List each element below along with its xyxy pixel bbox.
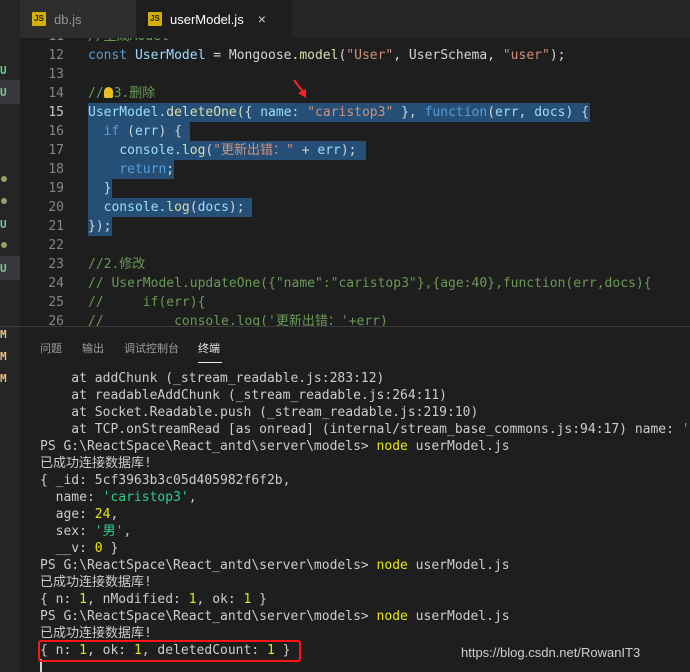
code-text: }); — [88, 219, 112, 234]
javascript-file-icon: JS — [32, 12, 46, 26]
line-number: 15 — [48, 105, 64, 120]
git-untracked-marker: U — [0, 86, 7, 99]
git-untracked-marker: U — [0, 64, 7, 77]
line-number: 11 — [20, 38, 64, 46]
line-number: 26 — [48, 314, 64, 326]
code-line-active: 15 UserModel.deleteOne({ name: "caristop… — [20, 103, 690, 122]
panel-tabs: 问题 输出 调试控制台 终端 — [20, 327, 690, 367]
close-icon[interactable]: × — [258, 11, 266, 27]
code-line: 18 return; — [20, 160, 690, 179]
code-text: // UserModel.updateOne({"name":"caristop… — [88, 276, 652, 291]
code-text: //2.修改 — [88, 257, 146, 272]
code-text: return; — [88, 162, 175, 177]
code-text: console.log(docs); — [88, 200, 245, 215]
terminal-line: at addChunk (_stream_readable.js:283:12) — [40, 371, 385, 386]
git-untracked-marker: U — [0, 262, 7, 275]
code-editor[interactable]: 11 //生成Model 12 const UserModel = Mongoo… — [20, 38, 690, 326]
terminal-line: __v: 0 } — [40, 541, 119, 556]
line-number: 13 — [48, 67, 64, 82]
line-number: 17 — [48, 143, 64, 158]
code-line: 25 // if(err){ — [20, 293, 690, 312]
terminal-line: sex: '男', — [40, 524, 132, 539]
code-line: 20 console.log(docs); — [20, 198, 690, 217]
code-line: 24 // UserModel.updateOne({"name":"caris… — [20, 274, 690, 293]
tab-usermodel-js[interactable]: JS userModel.js × — [136, 0, 292, 38]
code-line: 12 const UserModel = Mongoose.model("Use… — [20, 46, 690, 65]
highlight-box-annotation — [38, 640, 301, 662]
code-line: 23 //2.修改 — [20, 255, 690, 274]
line-number: 23 — [48, 257, 64, 272]
line-number: 19 — [48, 181, 64, 196]
editor-tab-bar: JS db.js JS userModel.js × — [20, 0, 690, 38]
terminal-line: name: 'caristop3', — [40, 490, 197, 505]
line-number: 14 — [48, 86, 64, 101]
tab-label: userModel.js — [170, 11, 244, 27]
tab-db-js[interactable]: JS db.js — [20, 0, 136, 38]
terminal-prompt-line: PS G:\ReactSpace\React_antd\server\model… — [40, 439, 510, 454]
code-line: 22 — [20, 236, 690, 255]
line-number: 16 — [48, 124, 64, 139]
line-number: 22 — [48, 238, 64, 253]
line-number: 21 — [48, 219, 64, 234]
terminal-line: 已成功连接数据库! — [40, 456, 152, 471]
line-number: 25 — [48, 295, 64, 310]
line-number: 24 — [48, 276, 64, 291]
tab-terminal[interactable]: 终端 — [198, 340, 220, 356]
code-line: 13 — [20, 65, 690, 84]
line-number: 20 — [48, 200, 64, 215]
tab-label: db.js — [54, 11, 82, 27]
git-modified-marker: M — [0, 350, 7, 363]
git-modified-marker: M — [0, 328, 7, 341]
git-untracked-marker: U — [0, 218, 7, 231]
terminal-line: at Socket.Readable.push (_stream_readabl… — [40, 405, 479, 420]
javascript-file-icon: JS — [148, 12, 162, 26]
terminal-line: at TCP.onStreamRead [as onread] (interna… — [40, 422, 690, 437]
tab-problems[interactable]: 问题 — [40, 340, 62, 356]
line-number: 18 — [48, 162, 64, 177]
code-text: //3.删除 — [88, 86, 156, 101]
git-modified-marker: M — [0, 372, 7, 385]
terminal-line: { n: 1, nModified: 1, ok: 1 } — [40, 592, 267, 607]
code-line: 11 //生成Model — [20, 38, 690, 46]
code-text: const UserModel = Mongoose.model("User",… — [88, 48, 566, 63]
modified-dot — [1, 198, 7, 204]
tab-output[interactable]: 输出 — [82, 340, 104, 356]
code-text: // console.log('更新出错：'+err) — [88, 314, 388, 326]
tab-debug-console[interactable]: 调试控制台 — [124, 340, 179, 356]
code-line: 19 } — [20, 179, 690, 198]
code-text: UserModel.deleteOne({ name: "caristop3" … — [88, 105, 589, 120]
watermark: https://blog.csdn.net/RowanIT3 — [461, 645, 641, 660]
code-line: 21 }); — [20, 217, 690, 236]
code-line: 14 //3.删除 — [20, 84, 690, 103]
modified-dot — [1, 242, 7, 248]
terminal-line: { _id: 5cf3963b3c05d405982f6f2b, — [40, 473, 291, 488]
bottom-panel: 问题 输出 调试控制台 终端 at addChunk (_stream_read… — [20, 327, 690, 672]
code-text: console.log("更新出错：" + err); — [88, 143, 357, 158]
terminal[interactable]: at addChunk (_stream_readable.js:283:12)… — [20, 367, 690, 672]
active-tab-underline — [198, 362, 222, 363]
lightbulb-icon[interactable] — [103, 87, 113, 98]
modified-dot — [1, 176, 7, 182]
activity-bar: U U U U M M M — [0, 0, 20, 672]
code-line: 17 console.log("更新出错：" + err); — [20, 141, 690, 160]
terminal-line: 已成功连接数据库! — [40, 575, 152, 590]
terminal-prompt-line: PS G:\ReactSpace\React_antd\server\model… — [40, 558, 510, 573]
terminal-line: age: 24, — [40, 507, 119, 522]
line-number: 12 — [48, 48, 64, 63]
code-text: } — [88, 181, 112, 196]
red-arrow-annotation — [293, 79, 306, 98]
code-line: 16 if (err) { — [20, 122, 690, 141]
terminal-prompt-line: PS G:\ReactSpace\React_antd\server\model… — [40, 609, 510, 624]
terminal-line: at readableAddChunk (_stream_readable.js… — [40, 388, 447, 403]
code-text: if (err) { — [88, 124, 182, 139]
code-text: // if(err){ — [88, 295, 206, 310]
code-text: //生成Model — [88, 38, 169, 46]
code-line: 26 // console.log('更新出错：'+err) — [20, 312, 690, 326]
